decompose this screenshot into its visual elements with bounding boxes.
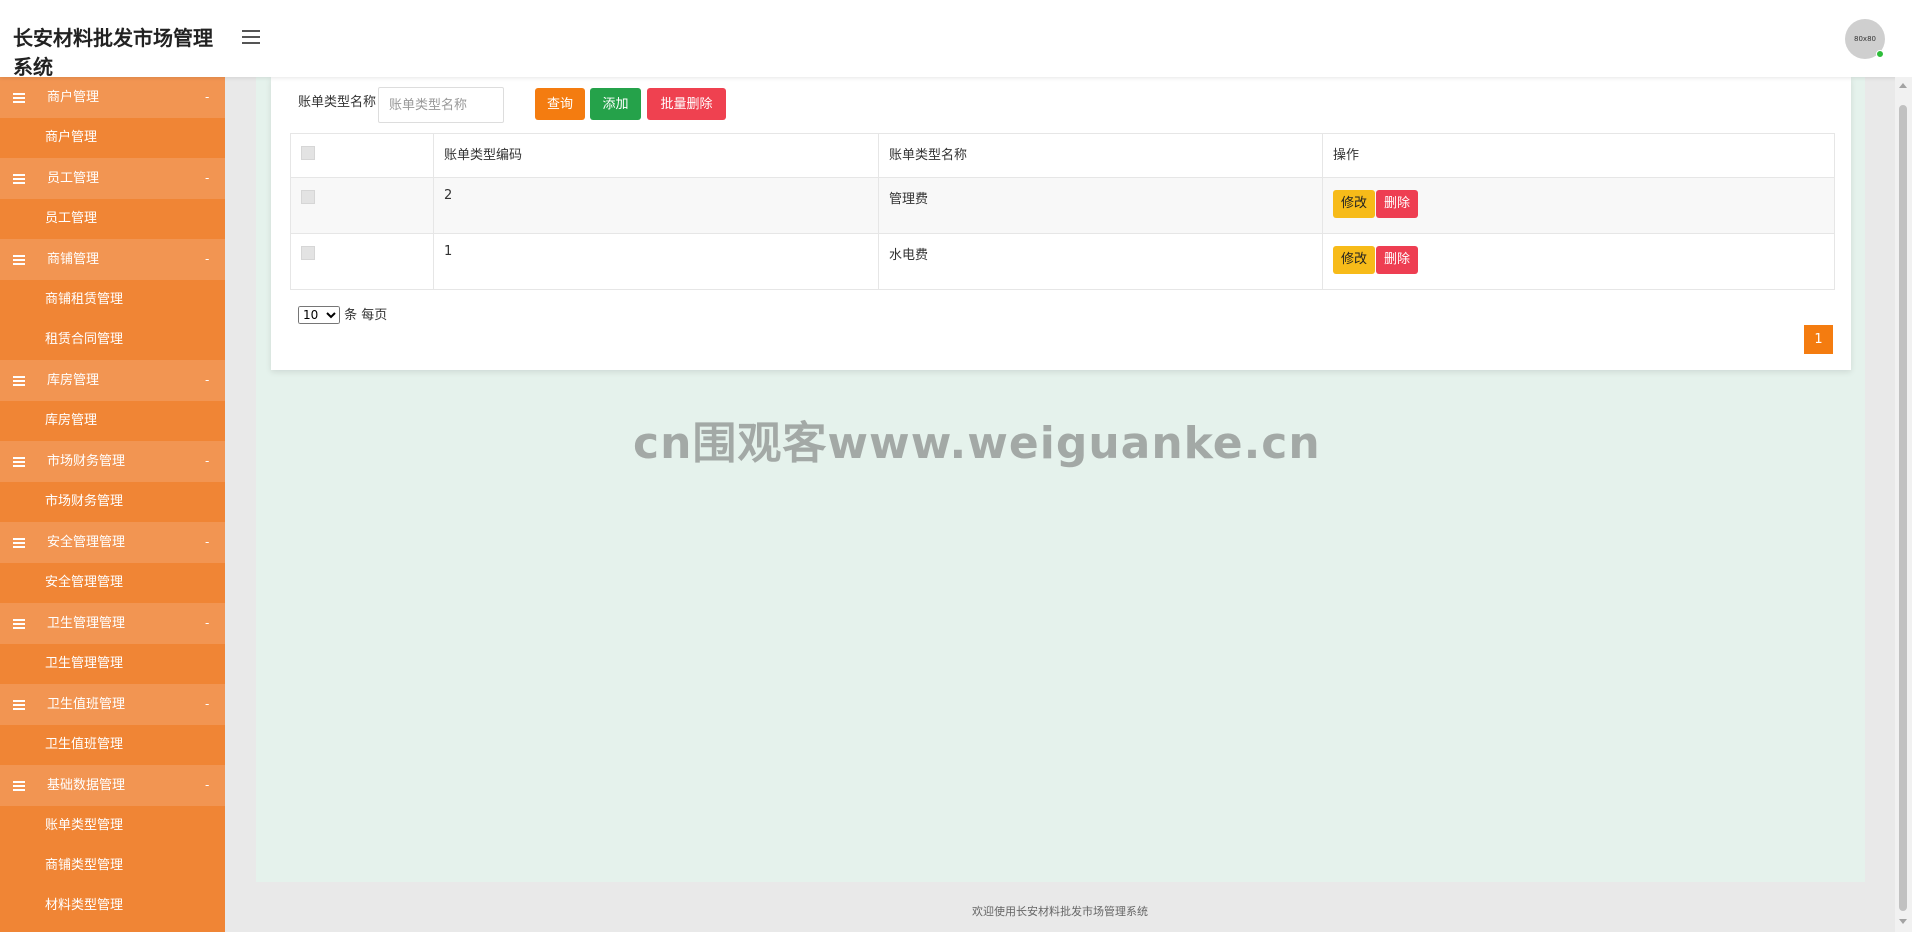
online-status-icon [1876, 50, 1884, 58]
add-button[interactable]: 添加 [590, 88, 641, 120]
sidebar-item[interactable]: 卫生管理管理 [0, 644, 225, 684]
app-title: 长安材料批发市场管理系统 [13, 26, 213, 79]
sidebar-group-label: 员工管理 [47, 171, 100, 186]
table-row: 1 水电费 修改 删除 [290, 233, 1835, 290]
cell-actions: 修改 删除 [1322, 177, 1835, 234]
sidebar-item[interactable]: 账单类型管理 [0, 806, 225, 846]
delete-button[interactable]: 删除 [1376, 190, 1419, 218]
list-panel: 账单类型名称 查询 添加 批量删除 账单类型编码 账单类型名称 操作 2管理费修… [271, 77, 1851, 370]
sidebar-group-2[interactable]: 商铺管理 - [0, 239, 225, 280]
edit-button[interactable]: 修改 [1333, 246, 1376, 274]
list-icon [13, 93, 25, 103]
collapse-icon: - [205, 697, 210, 711]
table-header-row: 账单类型编码 账单类型名称 操作 [290, 133, 1835, 178]
scroll-thumb[interactable] [1899, 105, 1907, 911]
list-icon [13, 700, 25, 710]
sidebar-item[interactable]: 员工管理 [0, 199, 225, 239]
row-checkbox[interactable] [301, 246, 315, 260]
sidebar-nav: 商户管理 - 商户管理 员工管理 - 员工管理 商铺管理 - 商铺租赁管理 租赁合同管理 库房管理 -… [0, 77, 225, 932]
collapse-icon: - [205, 616, 210, 630]
hamburger-menu-icon[interactable] [242, 30, 260, 44]
cell-name: 管理费 [878, 177, 1323, 234]
header-actions: 操作 [1322, 133, 1835, 178]
list-icon [13, 538, 25, 548]
sidebar-group-label: 商户管理 [47, 90, 100, 105]
sidebar-item[interactable]: 商铺租赁管理 [0, 280, 225, 320]
page-scrollbar[interactable] [1895, 77, 1912, 932]
row-checkbox-cell [290, 233, 434, 290]
row-checkbox-cell [290, 177, 434, 234]
collapse-icon: - [205, 90, 210, 104]
cell-name: 水电费 [878, 233, 1323, 290]
collapse-icon: - [205, 778, 210, 792]
top-header: 长安材料批发市场管理系统 80x80 [0, 0, 1912, 79]
sidebar-group-label: 卫生值班管理 [47, 697, 126, 712]
cell-actions: 修改 删除 [1322, 233, 1835, 290]
batch-delete-button[interactable]: 批量删除 [647, 88, 726, 120]
cell-code: 1 [433, 233, 879, 290]
sidebar-item[interactable]: 材料类型管理 [0, 886, 225, 926]
sidebar-item[interactable]: 租赁合同管理 [0, 320, 225, 360]
sidebar-group-label: 商铺管理 [47, 252, 100, 267]
header-name: 账单类型名称 [878, 133, 1323, 178]
query-button[interactable]: 查询 [535, 88, 585, 120]
select-all-checkbox[interactable] [301, 146, 315, 160]
edit-button[interactable]: 修改 [1333, 190, 1376, 218]
sidebar-item[interactable]: 商户管理 [0, 118, 225, 158]
sidebar-group-label: 安全管理管理 [47, 535, 126, 550]
collapse-icon: - [205, 454, 210, 468]
sidebar-item[interactable]: 卫生值班管理 [0, 725, 225, 765]
sidebar-group-1[interactable]: 员工管理 - [0, 158, 225, 199]
sidebar-item[interactable]: 库房管理 [0, 401, 225, 441]
collapse-icon: - [205, 535, 210, 549]
sidebar-group-label: 市场财务管理 [47, 454, 126, 469]
sidebar-item[interactable]: 商铺类型管理 [0, 846, 225, 886]
list-icon [13, 619, 25, 629]
header-code: 账单类型编码 [433, 133, 879, 178]
sidebar-group-7[interactable]: 卫生值班管理 - [0, 684, 225, 725]
collapse-icon: - [205, 252, 210, 266]
bill-type-table: 账单类型编码 账单类型名称 操作 2 管理费 修改 删除 1 水电费 修改 删除 [290, 133, 1835, 290]
sidebar-group-label: 基础数据管理 [47, 778, 126, 793]
collapse-icon: - [205, 373, 210, 387]
list-icon [13, 457, 25, 467]
sidebar-group-0[interactable]: 商户管理 - [0, 77, 225, 118]
sidebar-group-label: 库房管理 [47, 373, 100, 388]
scroll-up-icon[interactable] [1899, 83, 1907, 88]
table-row: 2 管理费 修改 删除 [290, 177, 1835, 234]
sidebar-item[interactable]: 安全管理管理 [0, 563, 225, 603]
list-icon [13, 781, 25, 791]
search-label: 账单类型名称 [298, 95, 377, 110]
page-size-select[interactable]: 10 [298, 306, 340, 324]
sidebar-item[interactable]: 市场财务管理 [0, 482, 225, 522]
list-icon [13, 255, 25, 265]
list-icon [13, 376, 25, 386]
page-size-suffix: 条 每页 [344, 308, 388, 323]
sidebar-group-4[interactable]: 市场财务管理 - [0, 441, 225, 482]
row-checkbox[interactable] [301, 190, 315, 204]
sidebar-group-5[interactable]: 安全管理管理 - [0, 522, 225, 563]
search-input[interactable] [378, 87, 504, 123]
sidebar-group-6[interactable]: 卫生管理管理 - [0, 603, 225, 644]
footer-text: 欢迎使用长安材料批发市场管理系统 [972, 905, 1148, 918]
watermark-text: cn围观客www.weiguanke.cn [633, 418, 1321, 469]
list-icon [13, 174, 25, 184]
sidebar-group-3[interactable]: 库房管理 - [0, 360, 225, 401]
sidebar-group-label: 卫生管理管理 [47, 616, 126, 631]
collapse-icon: - [205, 171, 210, 185]
page-button-current[interactable]: 1 [1804, 325, 1833, 354]
delete-button[interactable]: 删除 [1376, 246, 1419, 274]
header-checkbox-cell [290, 133, 434, 178]
page-size-control: 10 条 每页 [298, 306, 387, 325]
cell-code: 2 [433, 177, 879, 234]
sidebar-group-8[interactable]: 基础数据管理 - [0, 765, 225, 806]
scroll-down-icon[interactable] [1899, 919, 1907, 924]
